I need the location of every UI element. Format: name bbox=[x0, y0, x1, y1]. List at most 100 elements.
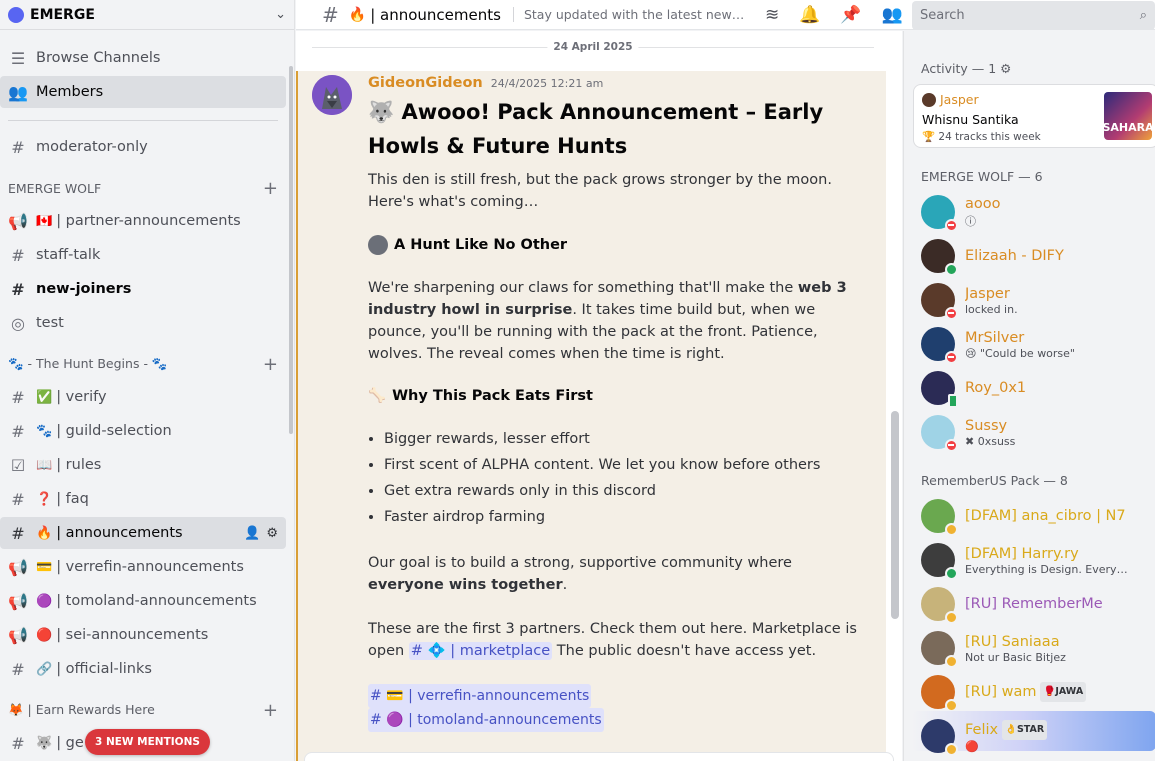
trophy-icon: 🏆 bbox=[922, 131, 939, 143]
gear-icon[interactable]: ⚙ bbox=[1000, 61, 1011, 76]
message-content: GideonGideon 24/4/2025 12:21 am 🐺 Awooo!… bbox=[368, 75, 868, 732]
chat-scrollbar[interactable] bbox=[891, 411, 899, 619]
add-channel-icon[interactable]: + bbox=[263, 700, 278, 721]
member-name: Roy_0x1 bbox=[965, 380, 1027, 396]
channel-moderator-only[interactable]: # moderator-only bbox=[0, 131, 286, 163]
channel-emoji: 🔥 bbox=[348, 6, 367, 23]
member-item[interactable]: Sussy ✖ 0xsuss bbox=[921, 410, 1155, 454]
hash-icon: # bbox=[11, 279, 25, 299]
channel-emoji: 🔥 bbox=[36, 525, 53, 541]
gear-icon[interactable]: ⚙ bbox=[266, 526, 278, 541]
add-channel-icon[interactable]: + bbox=[263, 178, 278, 199]
category-emerge-wolf[interactable]: EMERGE WOLF + bbox=[0, 173, 294, 203]
search-input[interactable]: Search ⌕ bbox=[912, 1, 1155, 30]
channel-guild-selection[interactable]: # 🐾 | guild-selection bbox=[0, 415, 286, 447]
search-icon: ⌕ bbox=[1139, 8, 1147, 23]
category-label: 🦊 | Earn Rewards Here bbox=[8, 702, 155, 717]
marketplace-mention[interactable]: # 💠 | marketplace bbox=[408, 642, 553, 660]
channel-test[interactable]: ◎ test bbox=[0, 307, 286, 339]
server-header[interactable]: EMERGE ⌄ bbox=[0, 0, 294, 30]
avatar[interactable] bbox=[312, 75, 352, 115]
member-item[interactable]: Jasper locked in. bbox=[921, 278, 1155, 322]
section-title: Why This Pack Eats First bbox=[392, 387, 593, 404]
channel-faq[interactable]: # ❓ | faq bbox=[0, 483, 286, 515]
list-item: First scent of ALPHA content. We let you… bbox=[384, 452, 868, 478]
channel-label: | partner-announcements bbox=[56, 213, 241, 229]
channel-emoji: 💳 bbox=[36, 559, 53, 575]
channel-emoji: 🔗 bbox=[36, 661, 53, 677]
message-input[interactable] bbox=[304, 752, 894, 761]
member-info: [DFAM] Harry.ry Everything is Design. Eve… bbox=[965, 545, 1130, 576]
message[interactable]: GideonGideon 24/4/2025 12:21 am 🐺 Awooo!… bbox=[296, 71, 886, 761]
hash-icon: # bbox=[11, 387, 25, 407]
members-item[interactable]: 👥 Members bbox=[0, 76, 286, 108]
channel-verrefin-announcements[interactable]: 📢 💳 | verrefin-announcements bbox=[0, 551, 286, 583]
member-status-text: locked in. bbox=[965, 302, 1018, 316]
member-list-icon[interactable]: 👥 bbox=[882, 5, 903, 25]
category-earn-rewards[interactable]: 🦊 | Earn Rewards Here + bbox=[0, 695, 294, 725]
channel-rules[interactable]: ☑ 📖 | rules bbox=[0, 449, 286, 481]
status-indicator bbox=[945, 567, 958, 580]
member-status-text: ✖ 0xsuss bbox=[965, 434, 1016, 448]
message-author[interactable]: GideonGideon bbox=[368, 75, 483, 91]
member-item[interactable]: [RU] wam 🥊JAWA bbox=[921, 670, 1155, 714]
channel-verify[interactable]: # ✅ | verify bbox=[0, 381, 286, 413]
avatar bbox=[921, 543, 958, 580]
channel-label: | official-links bbox=[56, 661, 152, 677]
bell-icon[interactable]: 🔔 bbox=[799, 5, 820, 25]
threads-icon[interactable]: ≋ bbox=[765, 5, 779, 25]
member-item[interactable]: [DFAM] Harry.ry Everything is Design. Eve… bbox=[921, 538, 1155, 582]
channel-topic[interactable]: Stay updated with the latest news and an… bbox=[512, 7, 745, 22]
member-name: [RU] RememberMe bbox=[965, 596, 1103, 612]
activity-card[interactable]: Jasper Whisnu Santika 🏆 24 tracks this w… bbox=[913, 84, 1155, 148]
guild-tag[interactable]: 👌STAR bbox=[1002, 719, 1048, 740]
member-item[interactable]: [RU] Saniaaa Not ur Basic Bitjez bbox=[921, 626, 1155, 670]
status-indicator bbox=[945, 611, 958, 624]
megaphone-icon: 📢 bbox=[8, 557, 28, 577]
new-mentions-pill[interactable]: 3 NEW MENTIONS bbox=[85, 729, 210, 755]
channel-official-links[interactable]: # 🔗 | official-links bbox=[0, 653, 286, 685]
channel-mention[interactable]: # 💳 | verrefin-announcements bbox=[368, 684, 592, 708]
pin-icon[interactable]: 📌 bbox=[840, 5, 861, 25]
search-placeholder: Search bbox=[920, 8, 965, 23]
message-timestamp: 24/4/2025 12:21 am bbox=[490, 77, 604, 90]
member-name: Sussy bbox=[965, 417, 1008, 434]
browse-channels[interactable]: ☰ Browse Channels bbox=[0, 42, 286, 74]
channel-staff-talk[interactable]: # staff-talk bbox=[0, 239, 286, 271]
date-divider-label: 24 April 2025 bbox=[547, 41, 639, 53]
category-the-hunt-begins[interactable]: 🐾 - The Hunt Begins - 🐾 + bbox=[0, 349, 294, 379]
channel-partner-announcements[interactable]: 📢 🇨🇦 | partner-announcements bbox=[0, 205, 286, 237]
divider bbox=[8, 120, 278, 121]
list-item: Bigger rewards, lesser effort bbox=[384, 426, 868, 452]
channel-new-joiners[interactable]: # new-joiners bbox=[0, 273, 286, 305]
member-item[interactable]: [RU] RememberMe bbox=[921, 582, 1155, 626]
member-item[interactable]: aooo ⓘ bbox=[921, 190, 1155, 234]
channel-announcements[interactable]: # 🔥 | announcements 👤 ⚙ bbox=[0, 517, 286, 549]
channel-sidebar: EMERGE ⌄ ☰ Browse Channels 👥 Members # m… bbox=[0, 0, 295, 761]
channel-emoji: 🐾 bbox=[36, 423, 53, 439]
hash-icon: # bbox=[11, 245, 25, 265]
section-why: 🦴 Why This Pack Eats First bbox=[368, 387, 868, 405]
invite-icon[interactable]: 👤 bbox=[244, 526, 260, 541]
member-status-text: Not ur Basic Bitjez bbox=[965, 650, 1066, 664]
member-item[interactable]: Elizaah - DIFY bbox=[921, 234, 1155, 278]
channel-tomoland-announcements[interactable]: 📢 🟣 | tomoland-announcements bbox=[0, 585, 286, 617]
member-item[interactable]: [DFAM] ana_cibro | N7 bbox=[921, 494, 1155, 538]
member-info: Jasper locked in. bbox=[965, 285, 1018, 316]
chevron-down-icon[interactable]: ⌄ bbox=[275, 7, 286, 22]
hash-icon: # bbox=[11, 421, 25, 441]
channel-sei-announcements[interactable]: 📢 🔴 | sei-announcements bbox=[0, 619, 286, 651]
member-item[interactable]: Roy_0x1 bbox=[921, 366, 1155, 410]
guild-tag-icon: 🥊 bbox=[1043, 686, 1056, 697]
member-item[interactable]: Felix 👌STAR 🔴 bbox=[921, 714, 1155, 758]
member-status-text: ⓘ bbox=[965, 215, 976, 228]
guild-tag-label: JAWA bbox=[1055, 686, 1084, 697]
bone-icon: 🦴 bbox=[368, 388, 387, 404]
guild-tag[interactable]: 🥊JAWA bbox=[1040, 682, 1087, 702]
member-item[interactable]: MrSilver 😢 "Could be worse" bbox=[921, 322, 1155, 366]
add-channel-icon[interactable]: + bbox=[263, 354, 278, 375]
channel-mention[interactable]: # 🟣 | tomoland-announcements bbox=[368, 708, 604, 732]
status-indicator bbox=[945, 743, 958, 756]
hunt-text: We're sharpening our claws for something… bbox=[368, 277, 868, 365]
sidebar-scrollbar[interactable] bbox=[289, 66, 293, 434]
